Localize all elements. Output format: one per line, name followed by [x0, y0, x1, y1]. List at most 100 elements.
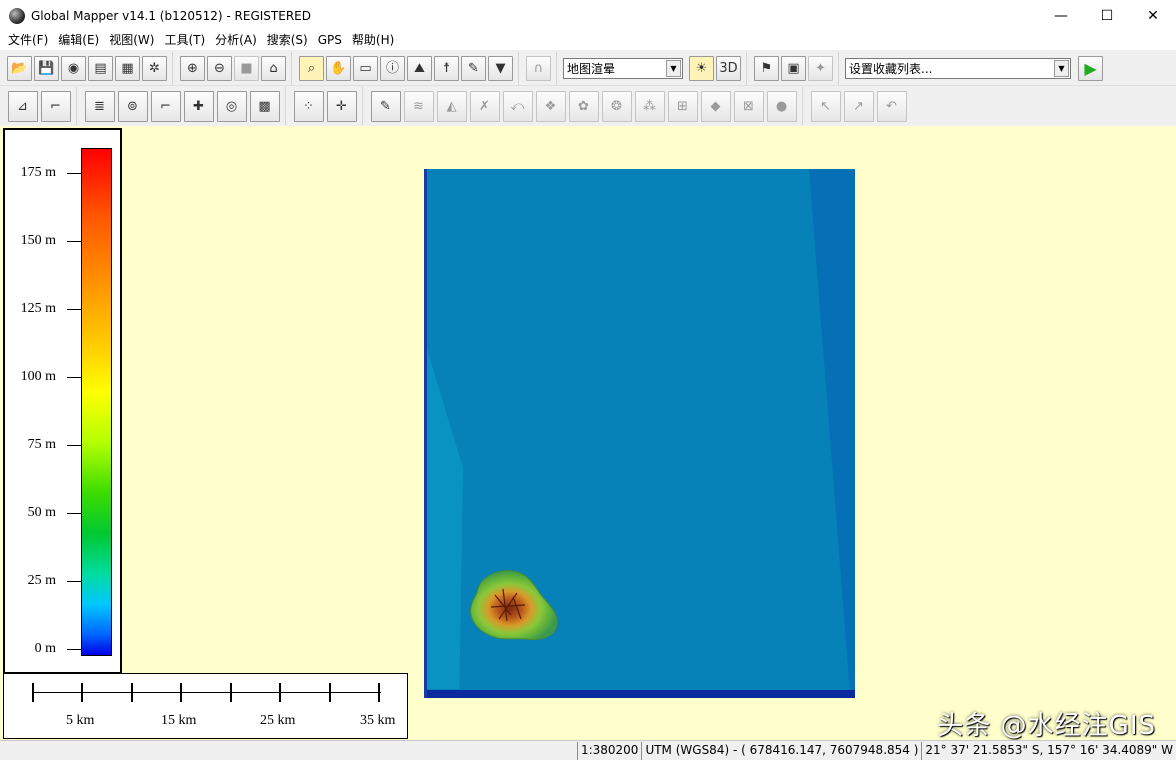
legend-label: 175 m [20, 165, 56, 180]
elevation-raster[interactable] [424, 169, 855, 698]
pan-hand-icon[interactable]: ✋ [326, 56, 351, 81]
edit-5-icon[interactable]: ❖ [535, 90, 566, 122]
maximize-button[interactable]: ☐ [1084, 0, 1130, 31]
undo-icon[interactable]: ↶ [876, 90, 907, 122]
chevron-down-icon[interactable]: ▼ [1054, 60, 1069, 77]
edit-7-icon[interactable]: ❂ [601, 90, 632, 122]
points-icon[interactable]: ⁘ [293, 90, 324, 122]
digitizer-icon[interactable]: ✎ [461, 56, 486, 81]
legend-label: 150 m [20, 233, 56, 248]
arrow-1-icon[interactable]: ↖ [810, 90, 841, 122]
overlay-icon[interactable]: ▦ [115, 56, 140, 81]
scale-bar-tick [131, 683, 133, 702]
scale-bar-label: 35 km [360, 713, 396, 728]
favorites-select[interactable]: 设置收藏列表... ▼ [845, 58, 1071, 79]
favorites-toolbar: 设置收藏列表... ▼ ▶ [838, 52, 1108, 85]
scale-bar-label: 15 km [161, 713, 197, 728]
cross-icon[interactable]: ✛ [326, 90, 357, 122]
render-mode-value: 地图渲晕 [567, 62, 616, 76]
chevron-down-icon[interactable]: ▼ [666, 60, 681, 77]
spiral-icon[interactable]: ⊚ [117, 90, 148, 122]
export-toolbar: ⚑ ▣ ✦ [746, 52, 838, 85]
path-profile-icon[interactable]: ⛰ [407, 56, 432, 81]
info-icon[interactable]: ⓘ [380, 56, 405, 81]
legend-label: 50 m [27, 505, 56, 520]
view-shed-icon[interactable]: ☨ [434, 56, 459, 81]
home-icon[interactable]: ⌂ [261, 56, 286, 81]
flag-icon[interactable]: ⚑ [754, 56, 779, 81]
shader-icon[interactable]: ☀ [689, 56, 714, 81]
stack-icon[interactable]: ≣ [84, 90, 115, 122]
scale-bar: 5 km 15 km 25 km 35 km [3, 673, 408, 739]
menu-help[interactable]: 帮助(H) [347, 31, 399, 50]
code-icon[interactable]: ✚ [183, 90, 214, 122]
edit-10-icon[interactable]: ◆ [700, 90, 731, 122]
window-title: Global Mapper v14.1 (b120512) - REGISTER… [31, 8, 311, 23]
edit-8-icon[interactable]: ⁂ [634, 90, 665, 122]
layer-control-icon[interactable]: ▤ [88, 56, 113, 81]
tunnel-icon[interactable]: ∩ [526, 56, 551, 81]
grid-icon[interactable]: ▩ [249, 90, 280, 122]
minimize-button[interactable]: — [1038, 0, 1084, 31]
status-scale: 1:380200 [576, 741, 642, 760]
save-icon[interactable]: 💾 [34, 56, 59, 81]
filter-icon[interactable]: ▼ [488, 56, 513, 81]
full-view-icon[interactable]: ■ [234, 56, 259, 81]
create-area-icon[interactable]: ⊿ [7, 90, 38, 122]
legend-tick [67, 377, 81, 378]
legend-tick [67, 649, 81, 650]
open-folder-icon[interactable]: 📂 [7, 56, 32, 81]
menu-analysis[interactable]: 分析(A) [210, 31, 262, 50]
circles-icon[interactable]: ◎ [216, 90, 247, 122]
edit-6-icon[interactable]: ✿ [568, 90, 599, 122]
elevation-legend: 175 m 150 m 125 m 100 m 75 m 50 m 25 m 0… [3, 128, 122, 674]
zoom-out-icon[interactable]: ⊖ [207, 56, 232, 81]
app-globe-icon [9, 7, 25, 24]
config-icon[interactable]: ✲ [142, 56, 167, 81]
menu-gps[interactable]: GPS [313, 31, 347, 50]
render-toolbar: 地图渲晕 ▼ ☀ 3D [556, 52, 746, 85]
create-line-icon[interactable]: ⌐ [40, 90, 71, 122]
export-icon[interactable]: ▣ [781, 56, 806, 81]
menu-edit[interactable]: 编辑(E) [53, 31, 104, 50]
points-toolbar: ⁘ ✛ [285, 87, 362, 125]
edit-line-icon[interactable]: ⌐ [150, 90, 181, 122]
close-button[interactable]: ✕ [1130, 0, 1176, 31]
edit-3-icon[interactable]: ✗ [469, 90, 500, 122]
zoom-tool-icon[interactable]: ⌕ [299, 56, 324, 81]
legend-tick [67, 309, 81, 310]
render-mode-select[interactable]: 地图渲晕 ▼ [563, 58, 683, 79]
arrow-toolbar: ↖ ↗ ↶ [802, 87, 912, 125]
raster-edge-bottom [427, 690, 855, 698]
map-view[interactable]: 175 m 150 m 125 m 100 m 75 m 50 m 25 m 0… [0, 126, 1176, 741]
menu-tools[interactable]: 工具(T) [159, 31, 210, 50]
menu-view[interactable]: 视图(W) [104, 31, 159, 50]
edit-4-icon[interactable]: ⤺ [502, 90, 533, 122]
legend-label: 0 m [34, 641, 56, 656]
3d-view-icon[interactable]: 3D [716, 56, 741, 81]
edit-11-icon[interactable]: ⊠ [733, 90, 764, 122]
favorites-value: 设置收藏列表... [849, 62, 933, 76]
menu-search[interactable]: 搜索(S) [262, 31, 313, 50]
scale-bar-tick [279, 683, 281, 702]
legend-label: 75 m [27, 437, 56, 452]
edit-12-icon[interactable]: ● [766, 90, 797, 122]
status-projection: UTM (WGS84) - ( 678416.147, 7607948.854 … [641, 741, 921, 760]
gps-icon[interactable]: ✦ [808, 56, 833, 81]
pencil-icon[interactable]: ✎ [370, 90, 401, 122]
run-icon[interactable]: ▶ [1078, 56, 1103, 81]
scale-bar-tick [378, 683, 380, 702]
edit-1-icon[interactable]: ≋ [403, 90, 434, 122]
scale-bar-label: 25 km [260, 713, 296, 728]
zoom-in-icon[interactable]: ⊕ [180, 56, 205, 81]
edit-2-icon[interactable]: ◭ [436, 90, 467, 122]
menu-file[interactable]: 文件(F) [3, 31, 53, 50]
zoom-toolbar: ⊕ ⊖ ■ ⌂ [172, 52, 291, 85]
globe-icon[interactable]: ◉ [61, 56, 86, 81]
measure-icon[interactable]: ▭ [353, 56, 378, 81]
feature-toolbar: ≣ ⊚ ⌐ ✚ ◎ ▩ [76, 87, 285, 125]
edit-9-icon[interactable]: ⊞ [667, 90, 698, 122]
legend-tick [67, 581, 81, 582]
scale-bar-tick [180, 683, 182, 702]
arrow-2-icon[interactable]: ↗ [843, 90, 874, 122]
